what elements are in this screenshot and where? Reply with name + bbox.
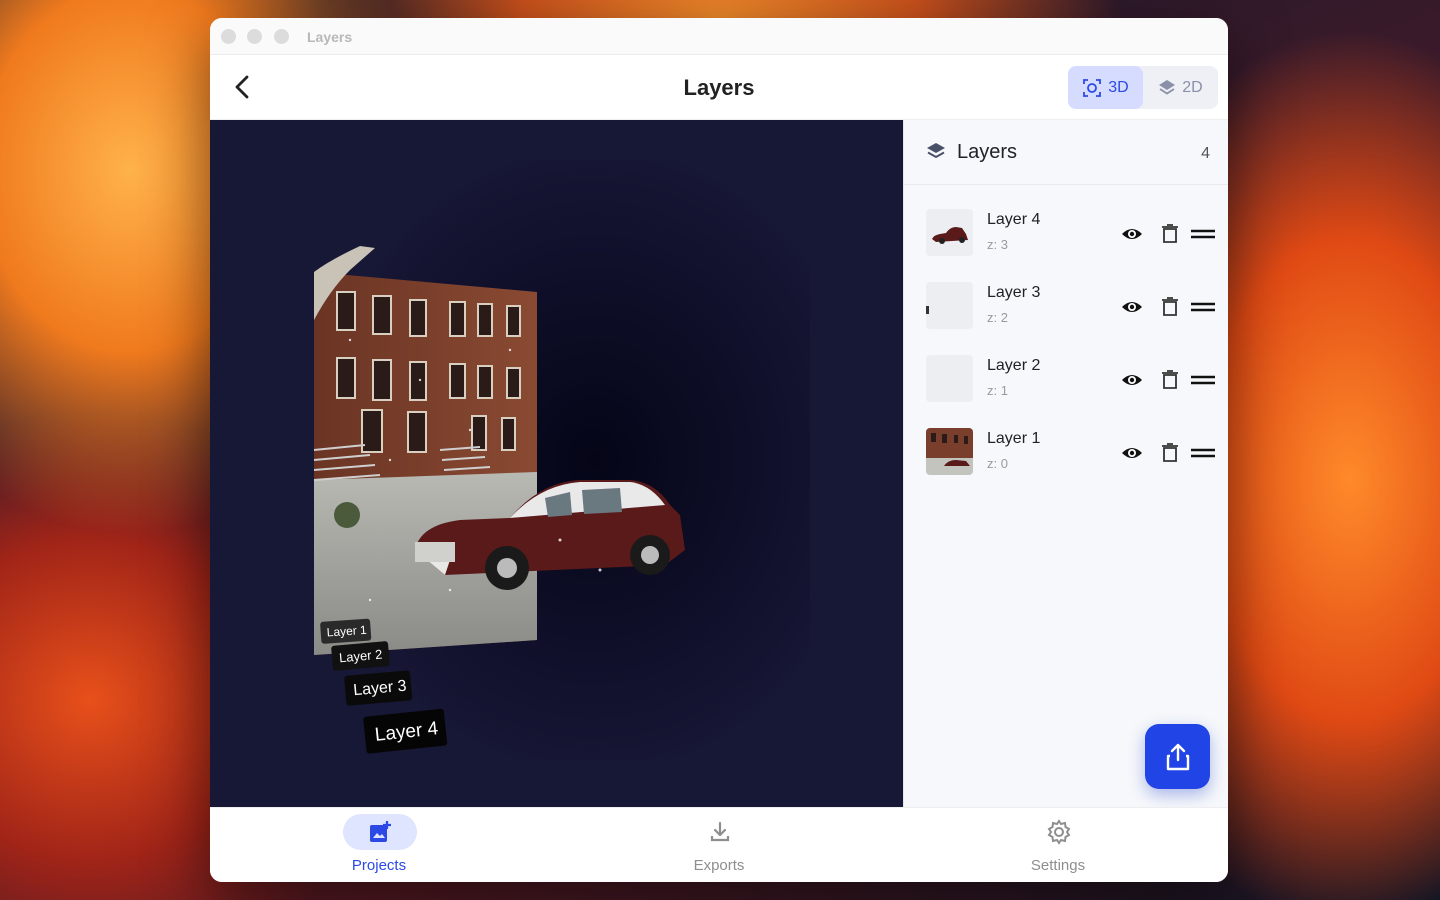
layer-thumbnail bbox=[926, 209, 973, 256]
layer-row-4[interactable]: Layer 4 z: 3 bbox=[904, 199, 1228, 272]
layer-thumbnail bbox=[926, 355, 973, 402]
tab-exports[interactable]: Exports bbox=[619, 808, 819, 882]
gear-icon bbox=[1047, 819, 1071, 845]
app-window: Layers Layers 3D 2D Layer 1 Layer 2 Laye… bbox=[210, 18, 1228, 882]
tab-settings[interactable]: Settings bbox=[958, 808, 1158, 882]
share-icon bbox=[1166, 743, 1189, 770]
tab-projects[interactable]: Projects bbox=[279, 808, 479, 882]
layer-thumbnail bbox=[926, 282, 973, 329]
cube-scan-icon bbox=[1083, 78, 1102, 97]
trash-icon[interactable] bbox=[1161, 223, 1179, 245]
drag-handle-icon[interactable] bbox=[1190, 296, 1216, 318]
layer-z-index: z: 2 bbox=[987, 310, 1008, 325]
minimize-window-button[interactable] bbox=[247, 29, 262, 44]
stage-tag-layer-1[interactable]: Layer 1 bbox=[320, 618, 372, 644]
layer-thumbnail bbox=[926, 428, 973, 475]
layer-z-index: z: 3 bbox=[987, 237, 1008, 252]
layer-name: Layer 3 bbox=[987, 284, 1041, 301]
eye-icon[interactable] bbox=[1121, 442, 1143, 464]
bottom-tab-bar: Projects Exports Settings bbox=[210, 807, 1228, 882]
toggle-2d-label: 2D bbox=[1182, 78, 1203, 96]
maximize-window-button[interactable] bbox=[274, 29, 289, 44]
eye-icon[interactable] bbox=[1121, 296, 1143, 318]
layers-icon bbox=[1159, 79, 1176, 95]
layer-row-3[interactable]: Layer 3 z: 2 bbox=[904, 272, 1228, 345]
view-mode-toggle: 3D 2D bbox=[1068, 66, 1218, 109]
trash-icon[interactable] bbox=[1161, 369, 1179, 391]
layer-name: Layer 1 bbox=[987, 430, 1041, 447]
download-icon bbox=[710, 821, 730, 842]
drag-handle-icon[interactable] bbox=[1190, 369, 1216, 391]
drag-handle-icon[interactable] bbox=[1190, 442, 1216, 464]
trash-icon[interactable] bbox=[1161, 442, 1179, 464]
toggle-3d-label: 3D bbox=[1108, 78, 1129, 96]
tab-projects-label: Projects bbox=[351, 857, 407, 874]
layer-name: Layer 2 bbox=[987, 357, 1041, 374]
layer-preview-canvas[interactable]: Layer 1 Layer 2 Layer 3 Layer 4 bbox=[210, 120, 903, 807]
window-title: Layers bbox=[307, 29, 353, 45]
layer-1-panel bbox=[313, 246, 537, 655]
layers-count: 4 bbox=[1201, 145, 1210, 162]
eye-icon[interactable] bbox=[1121, 369, 1143, 391]
tab-settings-label: Settings bbox=[1030, 857, 1086, 874]
title-bar: Layers bbox=[210, 18, 1228, 55]
layer-stack-preview: Layer 1 Layer 2 Layer 3 Layer 4 bbox=[313, 246, 685, 754]
trash-icon[interactable] bbox=[1161, 296, 1179, 318]
svg-text:Layer 1: Layer 1 bbox=[326, 623, 367, 640]
add-photo-icon bbox=[370, 821, 391, 842]
layer-z-index: z: 1 bbox=[987, 383, 1008, 398]
app-header: Layers 3D 2D bbox=[210, 55, 1228, 120]
stage-tag-layer-2[interactable]: Layer 2 bbox=[331, 641, 390, 671]
layer-name: Layer 4 bbox=[987, 211, 1041, 228]
drag-handle-icon[interactable] bbox=[1190, 223, 1216, 245]
layers-panel-title: Layers bbox=[957, 141, 1018, 163]
toggle-2d-button[interactable]: 2D bbox=[1143, 66, 1218, 109]
share-button[interactable] bbox=[1145, 724, 1210, 789]
toggle-3d-button[interactable]: 3D bbox=[1068, 66, 1143, 109]
layers-icon bbox=[927, 143, 945, 159]
layer-row-2[interactable]: Layer 2 z: 1 bbox=[904, 345, 1228, 418]
layers-panel-header: Layers 4 bbox=[904, 120, 1228, 185]
layers-panel: Layers 4 Layer 4 z: 3 Layer 3 z: 2 Layer… bbox=[903, 120, 1228, 807]
tab-exports-label: Exports bbox=[693, 857, 745, 874]
layer-z-index: z: 0 bbox=[987, 456, 1008, 471]
stage-tag-layer-3[interactable]: Layer 3 bbox=[344, 670, 413, 706]
eye-icon[interactable] bbox=[1121, 223, 1143, 245]
stage-tag-layer-4[interactable]: Layer 4 bbox=[363, 708, 448, 754]
close-window-button[interactable] bbox=[221, 29, 236, 44]
layer-row-1[interactable]: Layer 1 z: 0 bbox=[904, 418, 1228, 491]
